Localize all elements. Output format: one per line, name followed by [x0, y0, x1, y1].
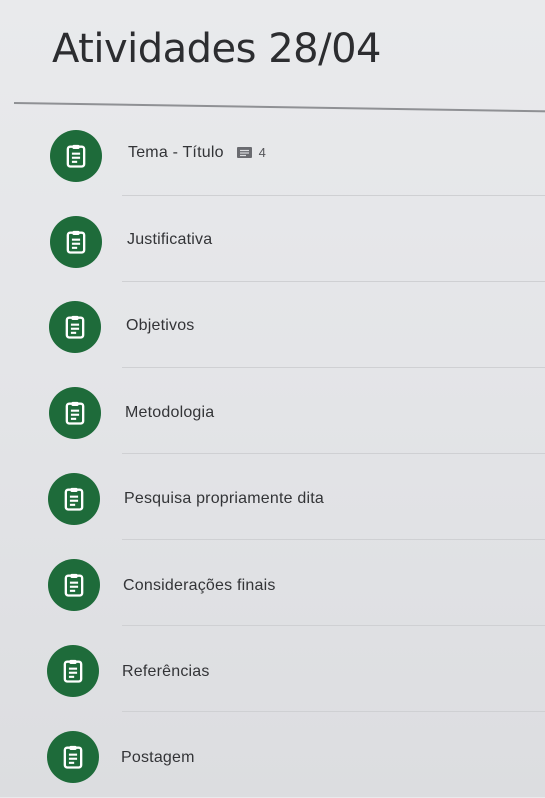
assignment-title: Justificativa — [127, 231, 213, 248]
assignment-item-referencias[interactable]: Referências — [0, 626, 545, 712]
assignment-title-text: Tema - Título — [128, 144, 224, 161]
assignment-item-objetivos[interactable]: Objetivos — [0, 282, 545, 368]
assignment-title: Referências — [122, 663, 210, 680]
comment-indicator: 4 — [236, 145, 266, 160]
comment-icon — [236, 146, 252, 158]
assignment-icon — [47, 645, 99, 697]
assignment-item-pesquisa[interactable]: Pesquisa propriamente dita — [0, 454, 545, 540]
assignment-icon — [50, 130, 102, 182]
assignment-icon — [50, 216, 102, 268]
assignment-title: Metodologia — [125, 404, 215, 421]
assignment-item-metodologia[interactable]: Metodologia — [0, 368, 545, 454]
assignment-icon — [47, 731, 99, 783]
assignment-item-justificativa[interactable]: Justificativa — [0, 196, 545, 282]
assignment-item-tema-titulo[interactable]: Tema - Título 4 — [0, 110, 545, 196]
assignment-title: Pesquisa propriamente dita — [124, 490, 324, 507]
comment-count: 4 — [258, 145, 267, 161]
assignment-icon — [49, 387, 101, 439]
assignment-title: Postagem — [121, 749, 195, 766]
assignment-icon — [48, 473, 100, 525]
assignment-title: Tema - Título 4 — [128, 144, 266, 162]
assignment-icon — [49, 301, 101, 353]
assignment-title: Objetivos — [126, 317, 195, 334]
assignment-icon — [48, 559, 100, 611]
assignment-title: Considerações finais — [123, 577, 276, 594]
topic-title: Atividades 28/04 — [52, 26, 381, 72]
assignment-item-postagem[interactable]: Postagem — [0, 712, 545, 798]
assignment-item-consideracoes[interactable]: Considerações finais — [0, 540, 545, 626]
topic-header: Atividades 28/04 — [0, 0, 545, 113]
